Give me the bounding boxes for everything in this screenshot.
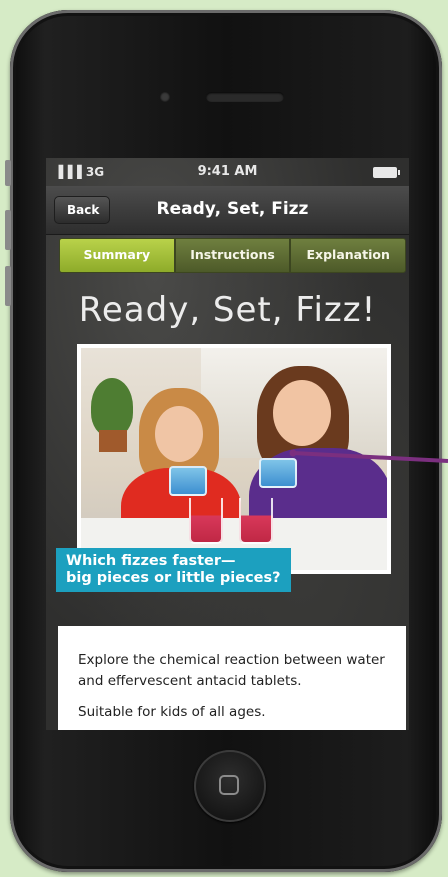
front-camera	[160, 92, 170, 102]
volume-up-button	[5, 210, 11, 250]
callout-line-stroke	[292, 451, 448, 463]
earpiece-speaker	[206, 92, 284, 102]
description-text: Explore the chemical reaction between wa…	[78, 652, 385, 689]
photo-woman-face	[273, 380, 331, 446]
tab-instructions[interactable]: Instructions	[174, 238, 291, 273]
segmented-tabs: Summary Instructions Explanation	[59, 238, 407, 273]
nav-title: Ready, Set, Fizz	[156, 199, 309, 219]
mute-switch	[5, 160, 11, 186]
description-card: Explore the chemical reaction between wa…	[58, 626, 406, 730]
suitability-text: Suitable for kids of all ages.	[78, 704, 266, 720]
tab-explanation[interactable]: Explanation	[290, 238, 407, 273]
status-time: 9:41 AM	[197, 164, 258, 179]
status-bar: ▐▐▐ 3G 9:41 AM	[46, 158, 409, 186]
photo-caption: Which fizzes faster— big pieces or littl…	[56, 548, 291, 592]
photo-cup-right	[239, 498, 273, 544]
page-heading: Ready, Set, Fizz!	[78, 290, 377, 330]
photo-plant-pot	[99, 430, 127, 452]
photo-girl-face	[155, 406, 203, 462]
home-square-icon	[219, 775, 239, 795]
photo-cup-left	[189, 498, 223, 544]
photo-plant	[91, 378, 133, 436]
home-button[interactable]	[194, 750, 266, 822]
tab-summary[interactable]: Summary	[59, 238, 175, 273]
photo-beaker-left	[169, 466, 207, 496]
callout-arrow	[289, 449, 448, 463]
volume-down-button	[5, 266, 11, 306]
back-button[interactable]: Back	[54, 196, 111, 224]
navigation-bar: Back Ready, Set, Fizz	[46, 186, 409, 235]
battery-icon	[373, 167, 400, 178]
